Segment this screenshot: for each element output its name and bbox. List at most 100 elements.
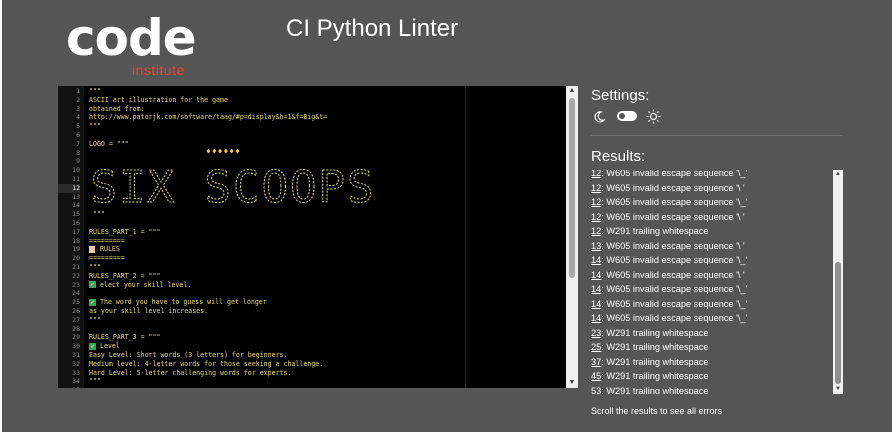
result-line-link[interactable]: 12 xyxy=(591,212,601,222)
result-message: : W605 invalid escape sequence '\_' xyxy=(601,298,748,309)
line-number: 17 xyxy=(72,227,80,236)
line-number: 18 xyxy=(72,236,80,245)
code-text: as your skill level increases. xyxy=(89,307,209,315)
code-text: elect your skill level. xyxy=(100,280,192,289)
code-text: """ xyxy=(89,263,101,271)
line-number: 19 xyxy=(72,245,80,254)
code-line: as your skill level increases. xyxy=(89,307,208,316)
line-number: 14 xyxy=(72,201,80,210)
editor-scroll-thumb[interactable] xyxy=(569,98,575,278)
moon-icon xyxy=(594,111,606,123)
result-row: 14: W605 invalid escape sequence '\ ' xyxy=(591,268,745,283)
result-message: : W291 trailing whitespace xyxy=(601,356,709,367)
result-row: 14: W605 invalid escape sequence '\_' xyxy=(591,253,747,268)
code-line: ASCII art illustration for the game xyxy=(89,96,228,105)
code-line: ✓ The word you have to guess will get lon… xyxy=(89,298,267,307)
code-text: """ xyxy=(89,87,101,95)
result-row: 14: W605 invalid escape sequence '\_' xyxy=(591,282,747,297)
result-row: 25: W291 trailing whitespace xyxy=(591,340,708,355)
result-message: : W605 invalid escape sequence '\ ' xyxy=(601,269,745,280)
code-text: Hard Level: 5-letter challenging words f… xyxy=(89,368,292,377)
ascii-art-text: SIX SCOOPS xyxy=(91,162,376,212)
line-number: 31 xyxy=(72,351,80,359)
results-scroll-thumb[interactable] xyxy=(835,262,841,384)
result-message: : W605 invalid escape sequence '\_' xyxy=(601,197,748,207)
code-line: ✓ elect your skill level. xyxy=(89,281,191,290)
code-text: """ xyxy=(89,122,101,131)
result-row: 37: W291 trailing whitespace xyxy=(591,355,708,370)
scroll-up-icon[interactable]: ▲ xyxy=(833,170,843,179)
code-text: RULES_PART_1 = """ xyxy=(89,227,161,236)
line-number: 4 xyxy=(76,113,80,122)
code-line: RULES_PART_1 = """ xyxy=(89,228,160,237)
result-message: : W291 trailing whitespace xyxy=(601,226,709,236)
code-line: RULES_PART_3 = """ xyxy=(89,333,160,342)
line-number: 2 xyxy=(76,95,80,104)
result-line-link[interactable]: 12 xyxy=(591,183,601,193)
results-scrollbar[interactable]: ▲ ▼ xyxy=(833,170,843,394)
result-line-link[interactable]: 12 xyxy=(591,170,601,178)
line-number: 7 xyxy=(76,139,80,148)
check-mark-icon: ✓ xyxy=(89,298,96,306)
result-line-link[interactable]: 37 xyxy=(591,357,601,367)
code-text: Level xyxy=(100,342,120,351)
code-text: ========= xyxy=(89,254,125,263)
code-line: """ xyxy=(89,316,101,325)
result-line-link[interactable]: 12 xyxy=(591,226,601,236)
code-editor[interactable]: 1 2 3 4 5 6 7 8 9 10 11 12 13 14 15 16 17 18 19 20 21 22 23 24 2… xyxy=(58,86,578,388)
scroll-up-icon[interactable]: ▲ xyxy=(566,86,578,96)
result-row: 14: W605 invalid escape sequence '\_' xyxy=(591,297,747,312)
result-row: 12: W605 invalid escape sequence '\_' xyxy=(591,170,747,181)
result-line-link[interactable]: 14 xyxy=(591,313,601,323)
line-number: 24 xyxy=(72,289,80,298)
code-line: RULES_PART_2 = """ xyxy=(89,272,160,281)
line-number: 23 xyxy=(72,280,80,289)
scroll-down-icon[interactable]: ▼ xyxy=(566,378,578,388)
result-line-link[interactable]: 14 xyxy=(591,299,601,309)
result-line-link[interactable]: 25 xyxy=(591,342,601,352)
result-line-link[interactable]: 14 xyxy=(591,255,601,265)
line-number: 12 xyxy=(58,183,80,193)
results-list[interactable]: 12: W605 invalid escape sequence '\_' 12:… xyxy=(589,170,843,394)
line-number: 6 xyxy=(76,131,80,139)
code-text: The word you have to guess will get long… xyxy=(100,298,267,307)
code-line: """ xyxy=(89,263,101,272)
line-number: 28 xyxy=(72,324,80,333)
theme-toggle[interactable] xyxy=(617,111,637,121)
result-message: : W605 invalid escape sequence '\_' xyxy=(601,255,748,265)
line-number: 1 xyxy=(76,87,80,95)
line-number: 33 xyxy=(72,368,80,377)
line-number: 9 xyxy=(76,157,80,166)
code-text: RULES_PART_3 = """ xyxy=(89,333,161,342)
result-line-link[interactable]: 13 xyxy=(591,241,601,251)
result-line-link[interactable]: 14 xyxy=(591,284,601,294)
code-text: Easy Level: Short words (3 letters) for … xyxy=(89,351,288,359)
code-line: http://www.patorjk.com/software/taag/#p=… xyxy=(89,113,327,122)
line-number: 13 xyxy=(72,192,80,201)
line-number-gutter: 1 2 3 4 5 6 7 8 9 10 11 12 13 14 15 16 17 18 19 20 21 22 23 24 2… xyxy=(58,86,84,388)
check-mark-icon: ✓ xyxy=(89,281,96,289)
result-row: 12: W605 invalid escape sequence '\ ' xyxy=(591,181,745,196)
result-row: 23: W291 trailing whitespace xyxy=(591,326,708,341)
ascii-art-title: SIX SCOOPS xyxy=(90,162,376,212)
result-line-link[interactable]: 12 xyxy=(591,197,601,207)
result-message: : W605 invalid escape sequence '\ ' xyxy=(601,211,745,222)
line-number: 26 xyxy=(72,307,80,315)
bulbs-art: ♦♦♦♦♦♦ xyxy=(206,147,241,156)
scroll-down-icon[interactable]: ▼ xyxy=(833,385,843,394)
check-mark-icon: ✓ xyxy=(89,342,96,350)
code-line: LOGO = """ xyxy=(89,140,129,149)
line-number: 11 xyxy=(72,175,80,183)
code-line: """ xyxy=(89,377,101,386)
print-margin xyxy=(465,86,466,388)
result-line-link[interactable]: 14 xyxy=(591,270,601,280)
editor-scrollbar[interactable]: ▲ ▼ xyxy=(566,86,578,388)
code-text: Medium level: 4-letter words for those s… xyxy=(89,359,324,368)
result-line-link[interactable]: 45 xyxy=(591,371,601,381)
result-message: : W605 invalid escape sequence '\ ' xyxy=(601,182,745,193)
code-line: Easy Level: Short words (3 letters) for … xyxy=(89,351,288,360)
result-line-link[interactable]: 23 xyxy=(591,328,601,338)
logo-subtitle: institute xyxy=(132,62,185,78)
code-line: Hard Level: 5-letter challenging words f… xyxy=(89,369,291,378)
result-line-link[interactable]: 53 xyxy=(591,386,601,395)
